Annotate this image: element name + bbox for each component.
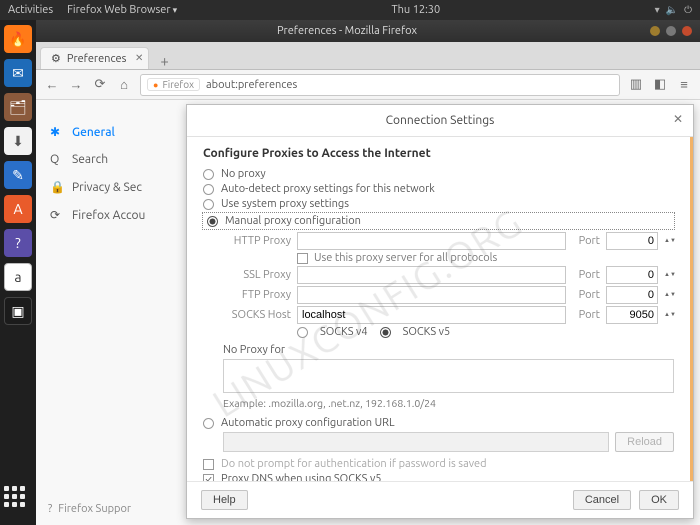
use-proxy-all-checkbox[interactable]: [297, 253, 308, 264]
search-icon: Q: [50, 153, 64, 166]
url-text: about:preferences: [206, 79, 297, 91]
dialog-header: Connection Settings ✕: [187, 105, 693, 137]
new-tab-button[interactable]: +: [155, 52, 173, 69]
general-icon: ✱: [50, 125, 64, 139]
reload-button: Reload: [615, 432, 674, 452]
ftp-port-input[interactable]: [606, 286, 658, 304]
dock-help[interactable]: ?: [4, 229, 32, 257]
socks-port-input[interactable]: [606, 306, 658, 324]
radio-socks-v5[interactable]: [380, 327, 391, 338]
tab-preferences[interactable]: ⚙ Preferences ✕: [40, 47, 149, 69]
radio-no-proxy[interactable]: No proxy: [203, 168, 674, 180]
radio-auto-config-url[interactable]: Automatic proxy configuration URL: [203, 417, 674, 429]
preferences-sidebar: ✱General QSearch 🔒Privacy & Sec ⟳Firefox…: [36, 100, 176, 525]
ftp-proxy-input[interactable]: [297, 286, 566, 304]
radio-manual-proxy[interactable]: Manual proxy configuration: [203, 213, 674, 229]
dock-ubuntu-software[interactable]: A: [4, 195, 32, 223]
radio-use-system[interactable]: Use system proxy settings: [203, 198, 674, 210]
window-title: Preferences - Mozilla Firefox: [44, 25, 650, 37]
nav-toolbar: ← → ⟳ ⌂ ●Firefox about:preferences ▥ ◧ ≡: [36, 70, 700, 100]
active-app-menu[interactable]: Firefox Web Browser: [67, 4, 177, 16]
sidebar-item-privacy[interactable]: 🔒Privacy & Sec: [46, 173, 166, 201]
no-proxy-for-textarea[interactable]: [223, 359, 674, 393]
preferences-page: ✱General QSearch 🔒Privacy & Sec ⟳Firefox…: [36, 100, 700, 525]
address-bar[interactable]: ●Firefox about:preferences: [140, 74, 620, 96]
sidebar-item-account[interactable]: ⟳Firefox Accou: [46, 201, 166, 229]
ssl-proxy-input[interactable]: [297, 266, 566, 284]
sidebar-item-general[interactable]: ✱General: [46, 118, 166, 146]
window-titlebar: Preferences - Mozilla Firefox: [36, 20, 700, 42]
back-button[interactable]: ←: [44, 77, 60, 92]
ssl-port-input[interactable]: [606, 266, 658, 284]
radio-auto-detect[interactable]: Auto-detect proxy settings for this netw…: [203, 183, 674, 195]
window-maximize-button[interactable]: [666, 26, 676, 36]
dialog-footer: Help Cancel OK: [187, 481, 693, 518]
tab-strip: ⚙ Preferences ✕ +: [36, 42, 700, 70]
auto-config-url-input: [223, 432, 609, 452]
identity-block[interactable]: ●Firefox: [147, 78, 200, 91]
help-button[interactable]: Help: [201, 490, 248, 510]
dialog-body: Configure Proxies to Access the Internet…: [187, 137, 693, 481]
socks-host-input[interactable]: [297, 306, 566, 324]
dock-thunderbird[interactable]: ✉: [4, 59, 32, 87]
volume-icon[interactable]: 🔈: [666, 4, 678, 16]
help-icon: ?: [48, 503, 52, 515]
dialog-title: Connection Settings: [386, 114, 495, 127]
sidebar-button[interactable]: ◧: [652, 77, 668, 92]
http-proxy-label: HTTP Proxy: [223, 235, 291, 247]
lock-icon: 🔒: [50, 180, 64, 194]
activities-button[interactable]: Activities: [8, 4, 53, 16]
dock-files[interactable]: 🗂: [4, 93, 32, 121]
dock-terminal[interactable]: ▣: [4, 297, 32, 325]
dock-firefox[interactable]: 🔥: [4, 25, 32, 53]
radio-socks-v4[interactable]: [297, 327, 308, 338]
firefox-support-link[interactable]: ?Firefox Suppor: [48, 503, 131, 515]
ftp-proxy-label: FTP Proxy: [223, 289, 291, 301]
power-icon[interactable]: ⏻: [684, 4, 692, 16]
ftp-port-spinner[interactable]: ▲▼: [664, 292, 674, 298]
show-apps-button[interactable]: [4, 486, 32, 514]
ssl-port-spinner[interactable]: ▲▼: [664, 272, 674, 278]
no-proxy-for-label: No Proxy for: [223, 344, 674, 356]
http-port-spinner[interactable]: ▲▼: [664, 238, 674, 244]
ok-button[interactable]: OK: [639, 490, 679, 510]
dock-writer[interactable]: ✎: [4, 161, 32, 189]
sync-icon: ⟳: [50, 208, 64, 222]
dialog-close-button[interactable]: ✕: [673, 112, 683, 126]
checkbox-proxy-dns-socks5[interactable]: Proxy DNS when using SOCKS v5: [203, 473, 674, 481]
firefox-window: Preferences - Mozilla Firefox ⚙ Preferen…: [36, 20, 700, 525]
checkbox-no-auth-prompt[interactable]: Do not prompt for authentication if pass…: [203, 458, 674, 470]
clock[interactable]: Thu 12:30: [177, 4, 654, 16]
no-proxy-example: Example: .mozilla.org, .net.nz, 192.168.…: [223, 397, 674, 409]
http-proxy-input[interactable]: [297, 232, 566, 250]
reload-button[interactable]: ⟳: [92, 77, 108, 92]
cancel-button[interactable]: Cancel: [573, 490, 631, 510]
network-icon[interactable]: ▾: [655, 4, 660, 16]
socks-host-label: SOCKS Host: [223, 309, 291, 321]
tab-title: Preferences: [67, 53, 127, 65]
dock-amazon[interactable]: a: [4, 263, 32, 291]
window-minimize-button[interactable]: [650, 26, 660, 36]
menu-button[interactable]: ≡: [676, 77, 692, 92]
window-close-button[interactable]: [682, 26, 692, 36]
gnome-topbar: Activities Firefox Web Browser Thu 12:30…: [0, 0, 700, 20]
ubuntu-dock: 🔥 ✉ 🗂 ⬇ ✎ A ? a ▣: [0, 20, 36, 525]
dock-software[interactable]: ⬇: [4, 127, 32, 155]
tab-close-icon[interactable]: ✕: [135, 52, 143, 64]
dialog-heading: Configure Proxies to Access the Internet: [203, 147, 674, 160]
connection-settings-dialog: Connection Settings ✕ Configure Proxies …: [186, 104, 694, 519]
socks-port-spinner[interactable]: ▲▼: [664, 312, 674, 318]
forward-button[interactable]: →: [68, 77, 84, 92]
gear-icon: ⚙: [51, 52, 61, 65]
library-button[interactable]: ▥: [628, 77, 644, 92]
home-button[interactable]: ⌂: [116, 77, 132, 92]
http-port-input[interactable]: [606, 232, 658, 250]
ssl-proxy-label: SSL Proxy: [223, 269, 291, 281]
sidebar-item-search[interactable]: QSearch: [46, 146, 166, 173]
